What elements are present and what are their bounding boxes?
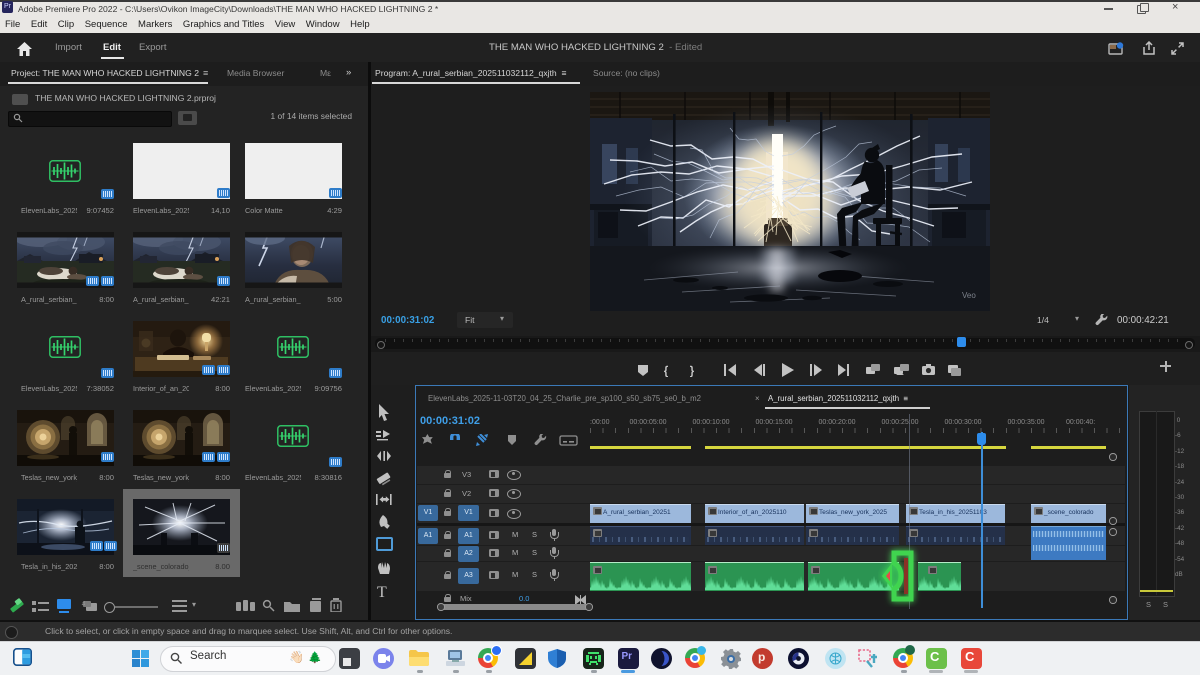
svg-text:}: } <box>690 364 694 378</box>
svg-text:{: { <box>664 364 668 378</box>
svg-text:♫: ♫ <box>81 601 86 607</box>
svg-text:T: T <box>377 584 387 601</box>
svg-text:Veo: Veo <box>962 291 976 300</box>
